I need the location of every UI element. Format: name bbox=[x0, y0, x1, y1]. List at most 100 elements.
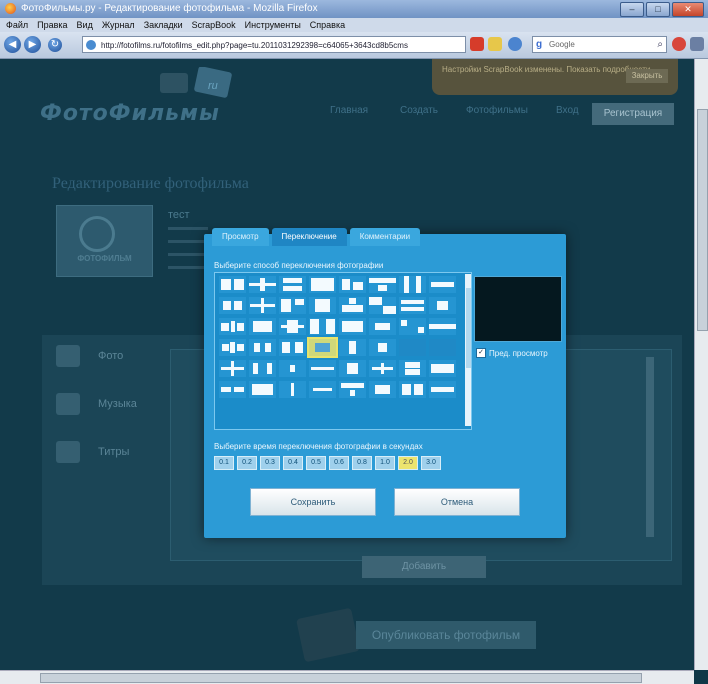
transition-option[interactable] bbox=[399, 381, 426, 398]
vertical-scrollbar[interactable] bbox=[694, 59, 708, 670]
nav-create[interactable]: Создать bbox=[400, 105, 438, 116]
search-icon[interactable]: ⌕ bbox=[657, 38, 663, 51]
preview-checkbox[interactable]: ✓ Пред. просмотр bbox=[476, 348, 548, 358]
menu-tools[interactable]: Инструменты bbox=[245, 18, 301, 32]
transition-option[interactable] bbox=[219, 360, 246, 377]
nav-login[interactable]: Вход bbox=[556, 105, 579, 116]
transition-option[interactable] bbox=[279, 276, 306, 293]
time-option-button[interactable]: 0.1 bbox=[214, 456, 234, 470]
addon-icon[interactable] bbox=[470, 37, 484, 51]
transition-option[interactable] bbox=[249, 276, 276, 293]
publish-button[interactable]: Опубликовать фотофильм bbox=[356, 621, 536, 649]
transition-option[interactable] bbox=[249, 297, 276, 314]
time-option-button[interactable]: 0.2 bbox=[237, 456, 257, 470]
transition-option[interactable] bbox=[369, 297, 396, 314]
transition-option[interactable] bbox=[429, 360, 456, 377]
transition-option[interactable] bbox=[369, 360, 396, 377]
transition-option[interactable] bbox=[219, 276, 246, 293]
transition-option[interactable] bbox=[309, 297, 336, 314]
tab-comments[interactable]: Комментарии bbox=[349, 228, 421, 246]
time-option-button[interactable]: 2.0 bbox=[398, 456, 418, 470]
transition-option[interactable] bbox=[429, 297, 456, 314]
transition-option[interactable] bbox=[249, 360, 276, 377]
transition-option[interactable] bbox=[339, 318, 366, 335]
transition-option[interactable] bbox=[309, 318, 336, 335]
cancel-button[interactable]: Отмена bbox=[394, 488, 520, 516]
search-input[interactable]: g Google ⌕ bbox=[532, 36, 667, 53]
time-option-button[interactable]: 1.0 bbox=[375, 456, 395, 470]
minimize-button[interactable]: – bbox=[620, 2, 644, 17]
maximize-button[interactable]: □ bbox=[646, 2, 670, 17]
transition-option[interactable] bbox=[249, 339, 276, 356]
transition-option[interactable] bbox=[279, 297, 306, 314]
transition-option[interactable] bbox=[339, 360, 366, 377]
close-button[interactable]: ✕ bbox=[672, 2, 704, 17]
time-option-button[interactable]: 0.4 bbox=[283, 456, 303, 470]
save-button[interactable]: Сохранить bbox=[250, 488, 376, 516]
menu-bookmarks[interactable]: Закладки bbox=[144, 18, 183, 32]
menu-help[interactable]: Справка bbox=[310, 18, 345, 32]
tab-transition[interactable]: Переключение bbox=[271, 228, 347, 246]
flag-icon[interactable] bbox=[488, 37, 502, 51]
photo-list-scrollbar[interactable] bbox=[646, 357, 654, 537]
transition-option[interactable] bbox=[219, 297, 246, 314]
transition-option[interactable] bbox=[369, 318, 396, 335]
tab-preview[interactable]: Просмотр bbox=[212, 228, 269, 246]
menu-edit[interactable]: Правка bbox=[37, 18, 67, 32]
forward-button[interactable]: ▶ bbox=[24, 36, 41, 53]
transition-option[interactable] bbox=[429, 381, 456, 398]
film-thumbnail[interactable]: ФОТОФИЛЬМ bbox=[56, 205, 153, 277]
stop-icon[interactable] bbox=[672, 37, 686, 51]
transition-option[interactable] bbox=[429, 276, 456, 293]
transition-option[interactable] bbox=[279, 339, 306, 356]
nav-home[interactable]: Главная bbox=[330, 105, 368, 116]
horizontal-scrollbar[interactable] bbox=[0, 670, 694, 684]
transition-option[interactable] bbox=[309, 360, 336, 377]
transition-grid-scrollbar[interactable] bbox=[465, 274, 471, 426]
address-bar[interactable]: http://fotofilms.ru/fotofilms_edit.php?p… bbox=[82, 36, 466, 53]
transition-option[interactable] bbox=[399, 297, 426, 314]
add-photo-button[interactable]: Добавить bbox=[362, 556, 486, 578]
transition-option[interactable] bbox=[309, 276, 336, 293]
menu-file[interactable]: Файл bbox=[6, 18, 28, 32]
menu-scrapbook[interactable]: ScrapBook bbox=[192, 18, 236, 32]
nav-register[interactable]: Регистрация bbox=[592, 103, 674, 125]
time-option-button[interactable]: 0.5 bbox=[306, 456, 326, 470]
home-icon[interactable] bbox=[690, 37, 704, 51]
transition-option[interactable] bbox=[429, 318, 456, 335]
time-option-button[interactable]: 3.0 bbox=[421, 456, 441, 470]
transition-option[interactable] bbox=[279, 381, 306, 398]
transition-option[interactable] bbox=[399, 360, 426, 377]
transition-option[interactable] bbox=[279, 360, 306, 377]
menu-history[interactable]: Журнал bbox=[102, 18, 135, 32]
transition-option[interactable] bbox=[369, 339, 396, 356]
sidebar-item-photo[interactable]: Фото bbox=[56, 341, 166, 375]
time-option-button[interactable]: 0.6 bbox=[329, 456, 349, 470]
transition-option[interactable] bbox=[309, 381, 336, 398]
time-option-button[interactable]: 0.8 bbox=[352, 456, 372, 470]
notice-close-button[interactable]: Закрыть bbox=[626, 69, 668, 83]
time-option-button[interactable]: 0.3 bbox=[260, 456, 280, 470]
transition-option[interactable] bbox=[399, 276, 426, 293]
transition-option[interactable] bbox=[399, 318, 426, 335]
transition-option[interactable] bbox=[249, 318, 276, 335]
transition-option[interactable] bbox=[219, 318, 246, 335]
transition-option[interactable] bbox=[339, 276, 366, 293]
transition-option[interactable] bbox=[339, 381, 366, 398]
transition-option[interactable] bbox=[219, 381, 246, 398]
transition-option[interactable] bbox=[279, 318, 306, 335]
transition-option[interactable] bbox=[339, 339, 366, 356]
transition-option[interactable] bbox=[369, 276, 396, 293]
transition-option[interactable] bbox=[219, 339, 246, 356]
transition-option[interactable] bbox=[339, 297, 366, 314]
feed-icon[interactable] bbox=[508, 37, 522, 51]
back-button[interactable]: ◀ bbox=[4, 36, 21, 53]
reload-button[interactable]: ↻ bbox=[48, 38, 62, 52]
sidebar-item-music[interactable]: Музыка bbox=[56, 389, 166, 423]
nav-films[interactable]: Фотофильмы bbox=[466, 105, 528, 116]
transition-option[interactable] bbox=[369, 381, 396, 398]
transition-option[interactable] bbox=[249, 381, 276, 398]
menu-view[interactable]: Вид bbox=[77, 18, 93, 32]
transition-option[interactable] bbox=[307, 337, 338, 358]
sidebar-item-titles[interactable]: Титры bbox=[56, 437, 166, 471]
